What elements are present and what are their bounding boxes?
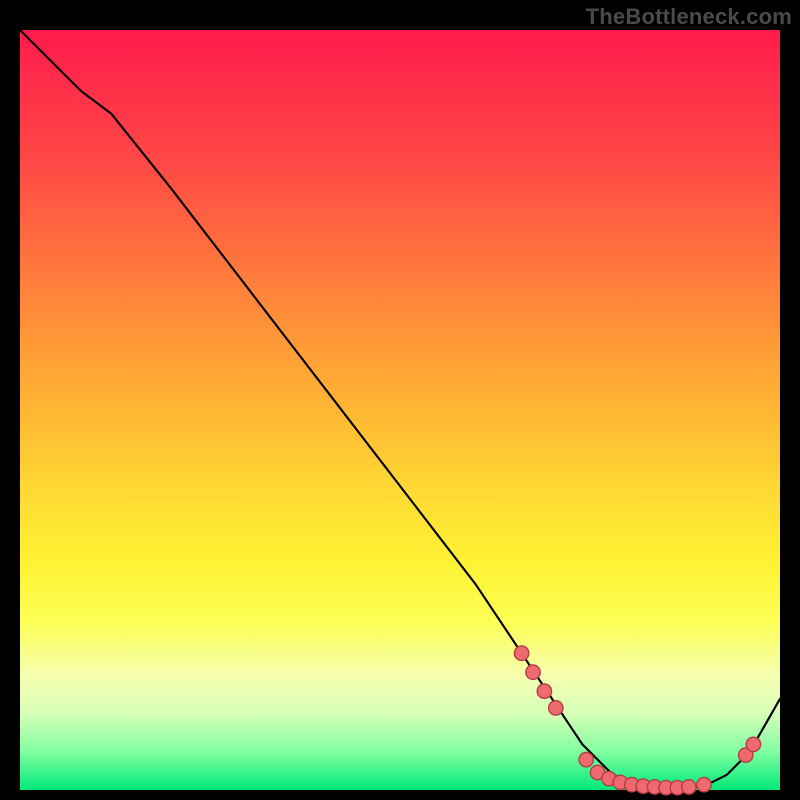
marker-group: [514, 646, 760, 795]
curve-marker: [514, 646, 528, 660]
curve-marker: [537, 684, 551, 698]
plot-area: [20, 30, 780, 790]
bottleneck-curve-path: [20, 30, 780, 790]
curve-marker: [579, 752, 593, 766]
curve-marker: [746, 737, 760, 751]
chart-frame: TheBottleneck.com: [0, 0, 800, 800]
curve-marker: [697, 777, 711, 791]
curve-svg: [20, 30, 780, 790]
curve-marker: [682, 780, 696, 794]
curve-marker: [549, 701, 563, 715]
curve-marker: [526, 665, 540, 679]
watermark-text: TheBottleneck.com: [586, 4, 792, 30]
